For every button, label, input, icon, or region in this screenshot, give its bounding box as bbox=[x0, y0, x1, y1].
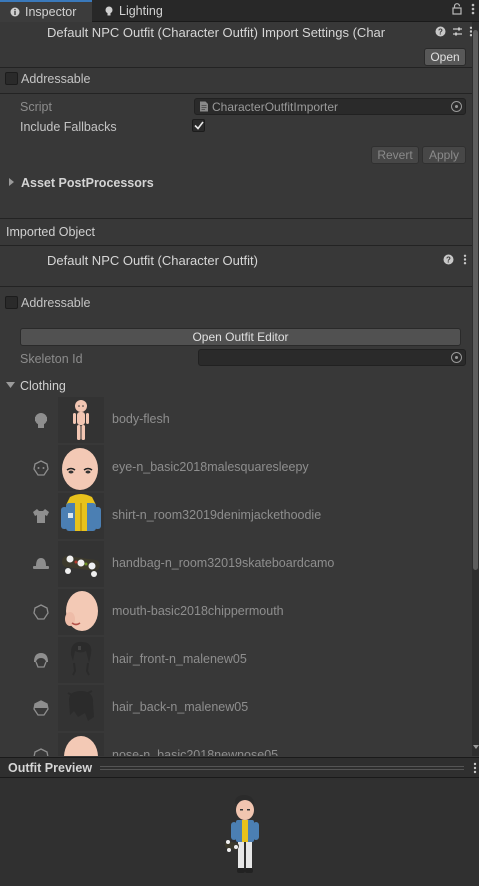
revert-button[interactable]: Revert bbox=[371, 146, 419, 164]
head-outline-icon bbox=[33, 748, 49, 756]
skeleton-id-label: Skeleton Id bbox=[20, 352, 83, 366]
clothing-item[interactable]: shirt-n_room32019denimjackethoodie bbox=[0, 492, 472, 540]
head-outline-icon bbox=[33, 604, 49, 620]
preset-icon[interactable] bbox=[452, 26, 463, 37]
body-icon bbox=[35, 413, 47, 428]
clothing-thumbnail bbox=[58, 637, 104, 683]
importer-title: Default NPC Outfit (Character Outfit) Im… bbox=[47, 25, 386, 40]
clothing-thumbnail bbox=[58, 733, 104, 756]
checkmark-icon bbox=[193, 121, 204, 130]
imported-addressable-label: Addressable bbox=[21, 296, 91, 310]
addressable-label: Addressable bbox=[21, 72, 91, 86]
preview-menu-icon[interactable] bbox=[473, 762, 477, 774]
character-preview bbox=[224, 795, 259, 873]
tab-lighting-label: Lighting bbox=[119, 4, 163, 18]
clothing-thumbnail bbox=[58, 589, 104, 635]
tab-inspector[interactable]: Inspector bbox=[0, 0, 92, 22]
open-outfit-editor-button[interactable]: Open Outfit Editor bbox=[20, 328, 461, 346]
foldout-expanded-icon[interactable] bbox=[6, 382, 15, 389]
clothing-item[interactable]: hair_front-n_malenew05 bbox=[0, 636, 472, 684]
outfit-preview-header[interactable]: Outfit Preview bbox=[0, 757, 479, 778]
bulb-icon bbox=[105, 6, 113, 16]
info-icon bbox=[10, 7, 20, 17]
inspector-scrollbar-thumb[interactable] bbox=[473, 30, 478, 570]
clothing-item[interactable]: mouth-basic2018chippermouth bbox=[0, 588, 472, 636]
clothing-item[interactable]: handbag-n_room32019skateboardcamo bbox=[0, 540, 472, 588]
clothing-thumbnail bbox=[58, 493, 104, 539]
clothing-list: body-flesh eye-n_basic2018malesquareslee… bbox=[0, 396, 472, 756]
object-picker-icon[interactable] bbox=[451, 352, 462, 363]
resize-grip[interactable] bbox=[100, 766, 464, 770]
clothing-item[interactable]: hair_back-n_malenew05 bbox=[0, 684, 472, 732]
clothing-thumbnail bbox=[58, 445, 104, 491]
clothing-item-name: mouth-basic2018chippermouth bbox=[112, 604, 284, 618]
tab-inspector-label: Inspector bbox=[25, 5, 77, 19]
open-button[interactable]: Open bbox=[424, 48, 466, 66]
clothing-item-name: eye-n_basic2018malesquaresleepy bbox=[112, 460, 309, 474]
clothing-item-name: hair_front-n_malenew05 bbox=[112, 652, 247, 666]
addressable-checkbox[interactable] bbox=[5, 72, 18, 85]
help-icon[interactable]: ? bbox=[435, 26, 446, 37]
help-icon[interactable]: ? bbox=[443, 254, 454, 265]
include-fallbacks-checkbox[interactable] bbox=[192, 119, 205, 132]
clothing-thumbnail bbox=[58, 541, 104, 587]
outfit-preview-area[interactable] bbox=[0, 778, 479, 886]
skeleton-id-field[interactable] bbox=[198, 349, 466, 366]
asset-postprocessors-foldout[interactable]: Asset PostProcessors bbox=[21, 176, 154, 190]
kebab-menu-icon[interactable] bbox=[471, 3, 475, 15]
include-fallbacks-label: Include Fallbacks bbox=[20, 120, 117, 134]
tab-strip: Inspector Lighting bbox=[0, 0, 479, 22]
script-label: Script bbox=[20, 100, 52, 114]
clothing-item-name: hair_back-n_malenew05 bbox=[112, 700, 249, 714]
script-field: CharacterOutfitImporter bbox=[194, 98, 466, 115]
clothing-thumbnail bbox=[58, 397, 104, 443]
script-value: CharacterOutfitImporter bbox=[212, 99, 339, 114]
clothing-thumbnail bbox=[58, 685, 104, 731]
imported-object-header: Imported Object bbox=[6, 225, 95, 239]
clothing-item[interactable]: eye-n_basic2018malesquaresleepy bbox=[0, 444, 472, 492]
lock-icon[interactable] bbox=[452, 3, 462, 15]
imported-object-title: Default NPC Outfit (Character Outfit) bbox=[47, 253, 258, 268]
scroll-down-arrow-icon[interactable] bbox=[473, 744, 479, 750]
context-menu-icon[interactable] bbox=[463, 254, 467, 265]
imported-addressable-checkbox[interactable] bbox=[5, 296, 18, 309]
clothing-item-name: shirt-n_room32019denimjackethoodie bbox=[112, 508, 322, 522]
clothing-item-name: body-flesh bbox=[112, 412, 170, 426]
script-file-icon bbox=[200, 101, 208, 112]
foldout-collapsed-icon[interactable] bbox=[8, 178, 15, 186]
svg-text:?: ? bbox=[438, 28, 443, 37]
clothing-foldout[interactable]: Clothing bbox=[20, 379, 66, 393]
shirt-icon bbox=[33, 509, 49, 523]
outfit-preview-title: Outfit Preview bbox=[8, 761, 93, 775]
clothing-item-name: handbag-n_room32019skateboardcamo bbox=[112, 556, 335, 570]
apply-button[interactable]: Apply bbox=[422, 146, 466, 164]
clothing-item[interactable]: body-flesh bbox=[0, 396, 472, 444]
tab-lighting[interactable]: Lighting bbox=[94, 0, 174, 22]
clothing-item[interactable]: nose-n_basic2018newnose05 bbox=[0, 732, 472, 756]
clothing-item-name: nose-n_basic2018newnose05 bbox=[112, 748, 279, 756]
hair-back-icon bbox=[33, 700, 49, 716]
svg-text:?: ? bbox=[446, 256, 451, 265]
face-icon bbox=[33, 460, 49, 476]
object-picker-icon[interactable] bbox=[451, 101, 462, 112]
hair-front-icon bbox=[34, 653, 48, 668]
hat-icon bbox=[33, 558, 49, 569]
